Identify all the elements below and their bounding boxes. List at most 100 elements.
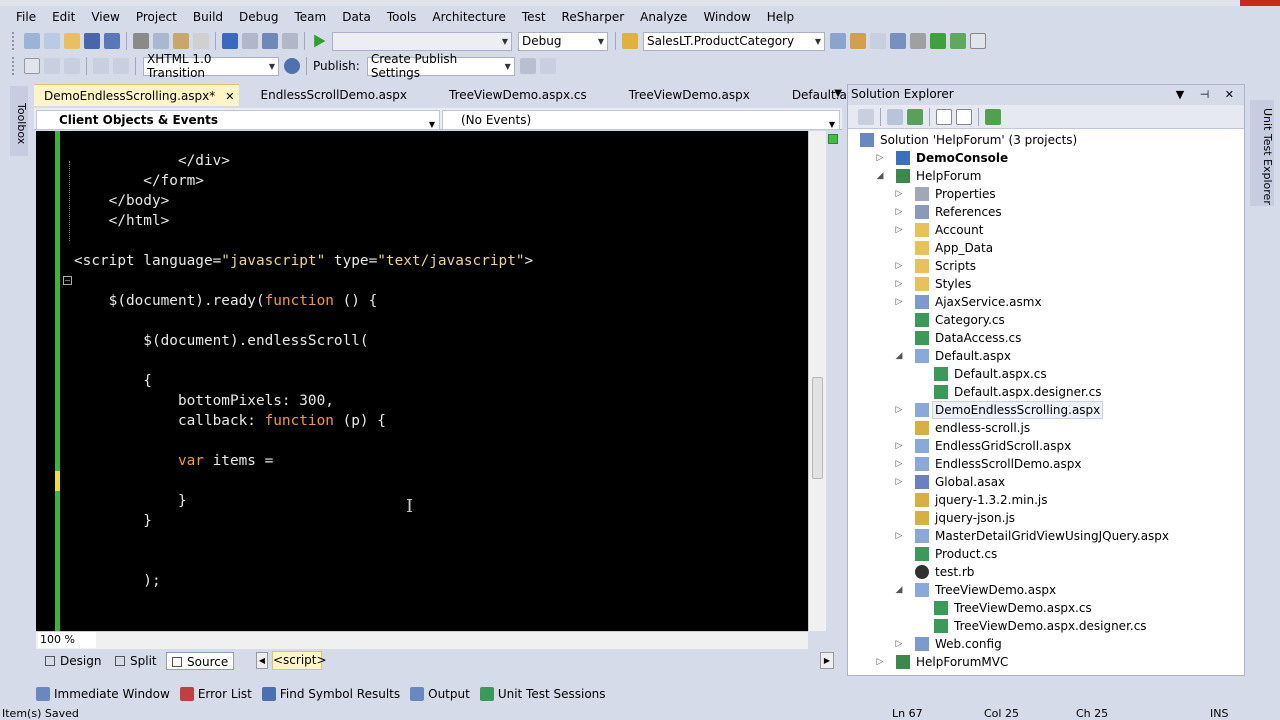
publish-settings-icon[interactable] — [539, 58, 556, 74]
tree-item[interactable]: jquery-1.3.2.min.js — [848, 491, 1238, 509]
menu-test[interactable]: Test — [514, 6, 554, 28]
tree-item[interactable]: ▷ Scripts — [848, 257, 1238, 275]
expand-toggle-icon[interactable]: ▷ — [875, 149, 885, 167]
open-file-icon[interactable] — [64, 33, 80, 49]
show-all-files-icon[interactable] — [887, 108, 903, 125]
expand-toggle-icon[interactable]: ▷ — [894, 401, 904, 419]
toolbox-icon[interactable] — [890, 33, 906, 49]
expand-toggle-icon[interactable]: ▷ — [894, 473, 904, 491]
properties-icon[interactable] — [850, 33, 866, 49]
check-accessibility-icon[interactable] — [284, 58, 300, 74]
menu-build[interactable]: Build — [185, 6, 231, 28]
code-line[interactable] — [74, 431, 533, 451]
publish-settings-select[interactable]: Create Publish Settings ▼ — [366, 52, 515, 80]
expand-toggle-icon[interactable]: ▷ — [894, 293, 904, 311]
menu-edit[interactable]: Edit — [44, 6, 83, 28]
tree-item[interactable]: ▷ MasterDetailGridViewUsingJQuery.aspx — [848, 527, 1238, 545]
code-line[interactable]: </form> — [74, 171, 533, 191]
save-icon[interactable] — [84, 33, 100, 49]
tab-overflow-icon[interactable]: ▼ — [834, 88, 842, 99]
tree-item[interactable]: Product.cs — [848, 545, 1238, 563]
code-line[interactable] — [74, 271, 533, 291]
tree-item[interactable]: endless-scroll.js — [848, 419, 1238, 437]
start-page-icon[interactable] — [930, 33, 946, 49]
tree-item[interactable]: TreeViewDemo.aspx.designer.cs — [848, 617, 1238, 635]
expand-toggle-icon[interactable]: ▷ — [894, 437, 904, 455]
code-line[interactable]: $(document).ready(function () { — [74, 291, 533, 311]
code-line[interactable]: </html> — [74, 211, 533, 231]
menu-resharper[interactable]: ReSharper — [554, 6, 633, 28]
copy-icon[interactable] — [153, 33, 169, 49]
tree-item[interactable]: ▷ Web.config — [848, 635, 1238, 653]
extension-manager-icon[interactable] — [950, 33, 966, 49]
expand-toggle-icon[interactable]: ▷ — [894, 527, 904, 545]
bottom-tab-find-symbol-results[interactable]: Find Symbol Results — [260, 687, 400, 701]
expand-toggle-icon[interactable]: ▷ — [894, 635, 904, 653]
code-line[interactable] — [74, 351, 533, 371]
format-document-icon[interactable] — [24, 58, 40, 74]
bottom-tab-output[interactable]: Output — [408, 687, 470, 701]
collapse-toggle[interactable]: − — [63, 276, 72, 285]
find-combo[interactable]: SalesLT.ProductCategory ▼ — [643, 31, 825, 51]
bottom-tab-immediate-window[interactable]: Immediate Window — [34, 687, 170, 701]
tree-item[interactable]: ▷ EndlessScrollDemo.aspx — [848, 455, 1238, 473]
tree-item[interactable]: TreeViewDemo.aspx.cs — [848, 599, 1238, 617]
code-line[interactable] — [74, 231, 533, 251]
source-view-button[interactable]: Source — [166, 652, 234, 670]
code-line[interactable]: bottomPixels: 300, — [74, 391, 533, 411]
editor-horizontal-scrollbar[interactable] — [36, 631, 808, 649]
bottom-tab-unit-test-sessions[interactable]: Unit Test Sessions — [478, 687, 606, 701]
menu-tools[interactable]: Tools — [379, 6, 425, 28]
code-line[interactable]: var items = — [74, 451, 533, 471]
code-line[interactable]: { — [74, 371, 533, 391]
expand-toggle-icon[interactable]: ▷ — [894, 275, 904, 293]
new-project-icon[interactable] — [24, 33, 40, 49]
menu-team[interactable]: Team — [286, 6, 334, 28]
navigate-backward-icon[interactable] — [262, 33, 278, 49]
tree-item[interactable]: ◢ Default.aspx — [848, 347, 1238, 365]
comment-icon[interactable] — [93, 58, 109, 74]
editor-vertical-scrollbar[interactable] — [808, 131, 826, 631]
doctype-select[interactable]: XHTML 1.0 Transition ▼ — [143, 52, 279, 80]
zoom-select[interactable]: 100 % ▼ — [38, 632, 96, 661]
script-tag-breadcrumb[interactable]: <script> — [272, 651, 327, 670]
view-class-diagram-icon[interactable] — [985, 108, 1001, 125]
panel-window-buttons[interactable]: ▼ ⊣ ✕ — [1176, 85, 1240, 104]
expand-toggle-icon[interactable]: ▷ — [875, 653, 885, 671]
tree-item[interactable]: ▷ Global.asax — [848, 473, 1238, 491]
bottom-tab-error-list[interactable]: Error List — [178, 687, 252, 701]
startup-combo[interactable]: ▼ — [332, 31, 512, 51]
redo-icon[interactable] — [242, 33, 258, 49]
menu-file[interactable]: File — [8, 6, 44, 28]
code-line[interactable]: } — [74, 511, 533, 531]
menu-debug[interactable]: Debug — [231, 6, 286, 28]
code-text[interactable]: </div> </form> </body> </html> <script l… — [74, 131, 533, 591]
tree-item[interactable]: jquery-json.js — [848, 509, 1238, 527]
solution-explorer-icon[interactable] — [830, 33, 846, 49]
tree-item[interactable]: ◢ HelpForum — [848, 167, 1238, 185]
tag-nav-left-button[interactable]: ◀ — [256, 652, 268, 669]
tree-item[interactable]: ▷ Properties — [848, 185, 1238, 203]
delete-icon[interactable] — [193, 33, 209, 49]
code-line[interactable]: <script language="javascript" type="text… — [74, 251, 533, 271]
expand-toggle-icon[interactable]: ▷ — [894, 221, 904, 239]
find-in-files-icon[interactable] — [622, 33, 638, 49]
menu-architecture[interactable]: Architecture — [424, 6, 513, 28]
menu-analyze[interactable]: Analyze — [632, 6, 695, 28]
design-view-button[interactable]: Design — [40, 652, 104, 670]
tree-item[interactable]: Category.cs — [848, 311, 1238, 329]
code-line[interactable]: ); — [74, 571, 533, 591]
solution-config-select[interactable]: Debug ▼ — [518, 31, 608, 51]
menu-data[interactable]: Data — [334, 6, 379, 28]
document-tab[interactable]: DemoEndlessScrolling.aspx* ✕ — [34, 84, 239, 106]
undo-icon[interactable] — [222, 33, 238, 49]
toolbar-grip[interactable] — [12, 32, 16, 50]
close-tab-icon[interactable]: ✕ — [225, 90, 234, 103]
code-line[interactable]: </body> — [74, 191, 533, 211]
expand-toggle-icon[interactable]: ◢ — [894, 347, 904, 365]
start-debugging-icon[interactable] — [314, 34, 326, 48]
tree-item[interactable]: ▷ HelpForumMVC — [848, 653, 1238, 671]
add-item-icon[interactable] — [44, 33, 60, 49]
code-line[interactable]: $(document).endlessScroll( — [74, 331, 533, 351]
tag-nav-right-button[interactable]: ▶ — [820, 652, 834, 669]
